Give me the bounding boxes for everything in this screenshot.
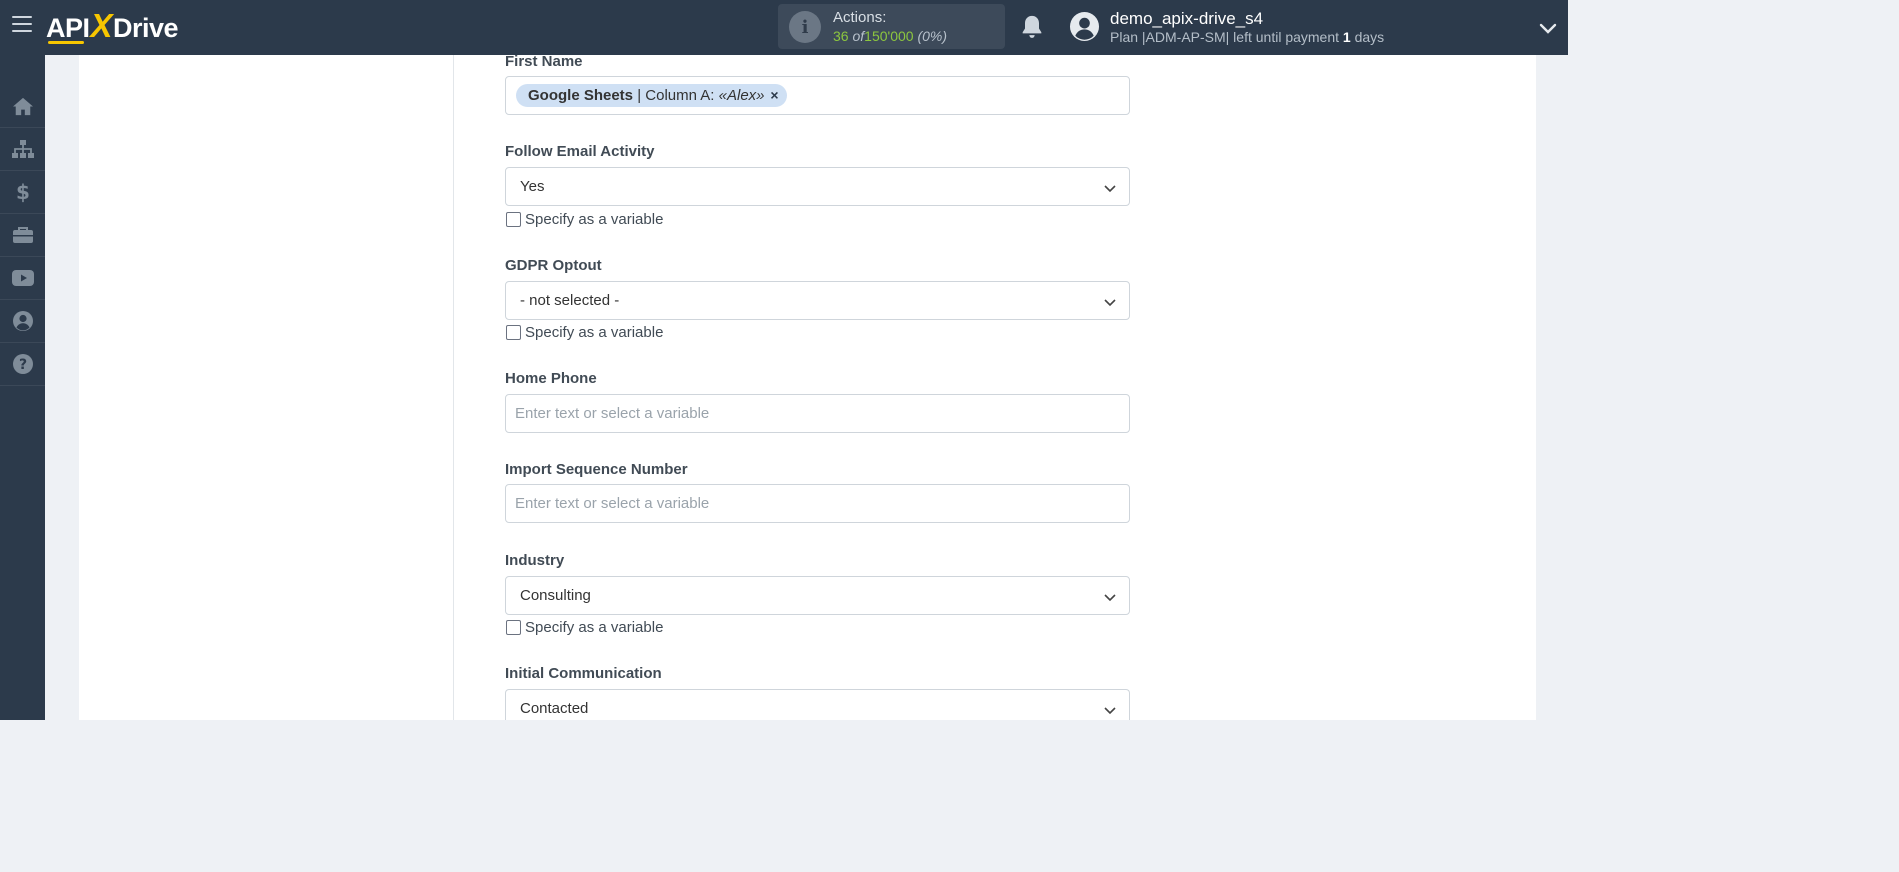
industry-value: Consulting xyxy=(520,587,591,604)
initial-communication-label: Initial Communication xyxy=(505,665,662,682)
tag-separator: | xyxy=(633,87,646,104)
gdpr-optout-variable-row: Specify as a variable xyxy=(506,323,663,341)
actions-total: 150'000 xyxy=(864,28,914,44)
gdpr-optout-value: - not selected - xyxy=(520,292,620,309)
variable-checkbox-label: Specify as a variable xyxy=(525,210,664,228)
question-circle-icon: ? xyxy=(12,354,33,374)
bell-icon[interactable] xyxy=(1018,13,1046,41)
sidebar-item-account[interactable] xyxy=(0,300,45,343)
sidebar-item-help[interactable]: ? xyxy=(0,343,45,386)
user-plan: Plan |ADM-AP-SM| left until payment 1 da… xyxy=(1110,29,1384,45)
avatar[interactable] xyxy=(1069,11,1100,42)
actions-value: 36 of150'000 (0%) xyxy=(833,28,947,44)
follow-email-activity-variable-row: Specify as a variable xyxy=(506,210,663,228)
actions-counter[interactable]: i Actions: 36 of150'000 (0%) xyxy=(778,4,1005,49)
import-sequence-number-input[interactable]: Enter text or select a variable xyxy=(505,484,1130,523)
plan-days-number: 1 xyxy=(1342,29,1351,45)
gdpr-optout-select[interactable]: - not selected - xyxy=(505,281,1130,320)
chevron-down-icon xyxy=(1104,299,1116,307)
svg-text:$: $ xyxy=(16,181,30,203)
industry-select[interactable]: Consulting xyxy=(505,576,1130,615)
home-phone-placeholder: Enter text or select a variable xyxy=(515,405,710,422)
follow-email-activity-label: Follow Email Activity xyxy=(505,143,655,160)
logo-suffix: Drive xyxy=(113,13,179,43)
apixdrive-logo[interactable]: APIXDrive xyxy=(46,7,179,45)
sidebar-item-videos[interactable] xyxy=(0,257,45,300)
actions-label: Actions: xyxy=(833,9,887,26)
import-sequence-number-placeholder: Enter text or select a variable xyxy=(515,495,710,512)
sidebar-item-connections[interactable] xyxy=(0,128,45,171)
initial-communication-value: Contacted xyxy=(520,700,589,717)
chevron-down-icon xyxy=(1104,594,1116,602)
logo-x: X xyxy=(90,7,113,44)
tag-column: Column A: xyxy=(645,87,719,104)
sidebar-item-services[interactable] xyxy=(0,214,45,257)
tag-source: Google Sheets xyxy=(528,87,634,104)
info-icon: i xyxy=(789,11,821,43)
follow-email-activity-select[interactable]: Yes xyxy=(505,167,1130,206)
logo-prefix: API xyxy=(46,13,90,43)
follow-email-activity-value: Yes xyxy=(520,178,545,195)
actions-of: of xyxy=(852,28,865,44)
industry-variable-row: Specify as a variable xyxy=(506,618,663,636)
briefcase-icon xyxy=(12,227,33,243)
plan-days-word: days xyxy=(1354,29,1385,45)
variable-tag[interactable]: Google Sheets | Column A: «Alex» × xyxy=(516,84,787,107)
home-phone-label: Home Phone xyxy=(505,370,597,387)
tag-remove-icon[interactable]: × xyxy=(770,84,778,107)
chevron-down-icon xyxy=(1104,707,1116,715)
actions-percent: (0%) xyxy=(917,28,947,44)
first-name-field[interactable]: Google Sheets | Column A: «Alex» × xyxy=(505,76,1130,115)
industry-label: Industry xyxy=(505,552,565,569)
logo-underline xyxy=(48,41,84,44)
user-circle-icon xyxy=(12,311,33,331)
sidebar-item-home[interactable] xyxy=(0,85,45,128)
youtube-icon xyxy=(11,270,34,286)
sidebar-item-billing[interactable]: $ xyxy=(0,171,45,214)
sidebar: $ ? xyxy=(0,55,45,720)
home-phone-input[interactable]: Enter text or select a variable xyxy=(505,394,1130,433)
chevron-down-icon[interactable] xyxy=(1538,18,1558,38)
variable-checkbox-label: Specify as a variable xyxy=(525,323,664,341)
gdpr-optout-variable-checkbox[interactable] xyxy=(506,324,521,340)
follow-email-activity-variable-checkbox[interactable] xyxy=(506,211,521,227)
variable-checkbox-label: Specify as a variable xyxy=(525,618,664,636)
plan-text: Plan |ADM-AP-SM| left until payment xyxy=(1110,29,1340,45)
gdpr-optout-label: GDPR Optout xyxy=(505,257,602,274)
menu-icon[interactable] xyxy=(12,16,32,36)
first-name-label: First Name xyxy=(505,53,583,70)
user-name[interactable]: demo_apix-drive_s4 xyxy=(1110,9,1263,29)
actions-used: 36 xyxy=(833,28,849,44)
import-sequence-number-label: Import Sequence Number xyxy=(505,461,688,478)
chevron-down-icon xyxy=(1104,185,1116,193)
svg-text:?: ? xyxy=(18,357,26,373)
initial-communication-select[interactable]: Contacted xyxy=(505,689,1130,720)
tag-value: «Alex» xyxy=(718,87,765,104)
industry-variable-checkbox[interactable] xyxy=(506,619,521,635)
dollar-icon: $ xyxy=(16,181,30,203)
home-icon xyxy=(12,97,33,116)
top-bar: APIXDrive i Actions: 36 of150'000 (0%) d… xyxy=(0,0,1568,55)
sitemap-icon xyxy=(11,140,34,158)
